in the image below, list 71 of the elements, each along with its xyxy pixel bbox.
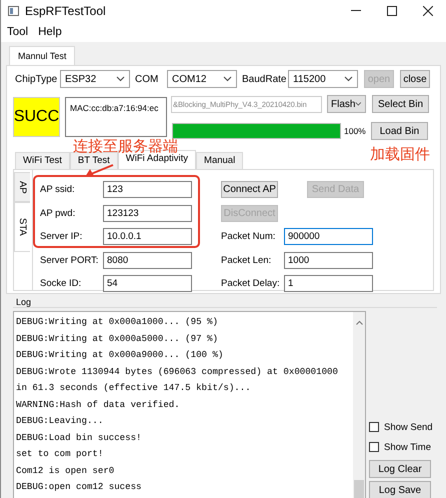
field-label: AP pwd: [40,208,76,218]
mac-address-box: MAC:cc:db:a7:16:94:ec [65,97,167,137]
field-label: COM [134,74,160,84]
scrollbar-thumb[interactable] [354,480,364,498]
side-tab[interactable]: STA [14,202,30,252]
tab[interactable]: BT Test [70,152,118,169]
log-line: DEBUG:Writing at 0x000a9000... (100 %) [16,348,224,362]
dropdown-caret-icon [223,76,232,82]
log-line: DEBUG:Writing at 0x000a5000... (97 %) [16,332,219,346]
progress-reading: 100% [344,126,367,136]
field-label: Server PORT: [40,254,100,266]
log-button[interactable]: Log Save [369,481,431,498]
annotation-text: 加载固件 [370,146,430,163]
dropdown-caret-icon [116,76,125,82]
input-field[interactable]: 10.0.0.1 [103,228,192,245]
log-line: set to com port! [16,447,104,461]
close-button[interactable]: close [400,70,430,88]
log-line: DEBUG:open com12 sucess [16,480,143,494]
input-field[interactable]: 123 [103,181,192,198]
log-line: in 61.3 seconds (effective 147.5 kbit/s)... [16,381,252,395]
scrollbar[interactable] [353,312,365,498]
dropdown-caret-icon [355,101,362,107]
group-title: Log [16,297,32,307]
dropdown[interactable]: 115200 [288,70,358,88]
field-label: Packet Len: [221,254,272,266]
input-field[interactable]: 8080 [103,252,192,268]
menu-item[interactable]: Tool [7,26,28,38]
checkbox-label: Show Send [384,422,433,432]
input-field[interactable]: 123123 [103,204,192,222]
checkbox[interactable] [369,442,379,452]
dropdown-caret-icon [344,76,353,82]
status-indicator: SUCC [13,97,60,137]
log-button[interactable]: Log Clear [369,460,431,478]
log-line: Com12 is open ser0 [16,464,116,478]
checkbox-label: Show Time [384,442,431,452]
load-bin-button[interactable]: Load Bin [371,122,428,140]
annotation-arrow [84,164,114,178]
dropdown[interactable]: COM12 [167,70,237,88]
field-label: Packet Num: [221,231,276,242]
action-button[interactable]: Connect AP [221,181,278,198]
field-label: Server IP: [40,231,84,242]
field-label: Packet Delay: [221,278,281,289]
log-area[interactable] [13,311,366,498]
log-line: DEBUG:Wrote 1130944 bytes (696063 compressed) at 0x00001000 [16,364,339,378]
log-line: WARNING:Hash of data verified. [16,398,181,412]
tab[interactable]: Manual [196,152,244,169]
app-icon [8,6,19,16]
tab[interactable]: WiFi Test [15,152,70,169]
side-tab[interactable]: AP [14,172,30,202]
field-label: AP ssid: [40,184,76,195]
field-label: BaudRate [241,74,288,84]
log-line: DEBUG:Writing at 0x000a1000... (95 %) [16,315,219,329]
window-title: EspRFTestTool [25,4,107,18]
input-field[interactable]: 1 [284,275,373,292]
close-icon[interactable] [423,6,433,16]
scroll-up-icon[interactable] [356,320,362,325]
tab[interactable]: Mannul Test [9,46,76,65]
input-field[interactable]: 900000 [284,228,373,245]
checkbox[interactable] [369,422,379,432]
maximize-icon[interactable] [387,6,397,16]
input-field[interactable]: 54 [103,275,192,292]
input-field[interactable]: 1000 [284,252,373,268]
dropdown[interactable]: ESP32 [60,70,130,88]
field-label: Socke ID: [40,278,82,289]
field-label: ChipType [14,74,58,84]
select-bin-button[interactable]: Select Bin [372,95,429,113]
menu-item[interactable]: Help [38,26,62,38]
flash-mode-dropdown[interactable]: Flash [327,95,366,113]
log-line: DEBUG:Leaving... [16,414,104,428]
minimize-icon[interactable] [351,10,361,12]
log-line: DEBUG:Load bin success! [16,430,143,444]
